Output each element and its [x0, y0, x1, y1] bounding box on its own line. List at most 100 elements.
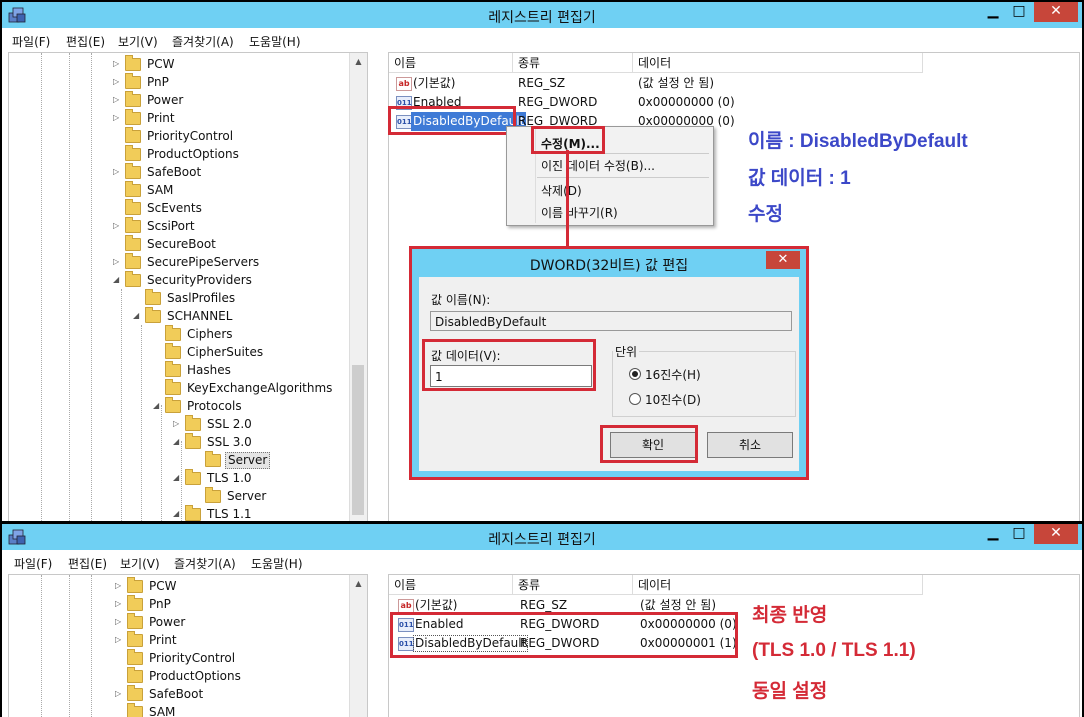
title-bar[interactable]: 레지스트리 편집기 ▁ □ ✕ [2, 524, 1082, 550]
folder-icon [185, 505, 201, 521]
unit-group: 16진수(H) 10진수(D) [612, 351, 796, 417]
close-button[interactable]: ✕ [1034, 524, 1078, 544]
folder-icon [127, 667, 143, 683]
expand-arrow-icon[interactable]: ▷ [115, 595, 125, 613]
folder-icon [125, 145, 141, 161]
folder-icon [165, 343, 181, 359]
window-title: 레지스트리 편집기 [488, 532, 596, 548]
expand-arrow-icon[interactable]: ▷ [113, 73, 123, 91]
annotation-value-data: 값 데이터 : 1 [748, 168, 851, 189]
menu-edit[interactable]: 편집(E) [66, 33, 105, 50]
menu-help[interactable]: 도움말(H) [249, 33, 301, 50]
window-title: 레지스트리 편집기 [488, 10, 596, 26]
menu-favorites[interactable]: 즐겨찾기(A) [172, 33, 234, 50]
string-value-icon: ab [396, 77, 412, 91]
cancel-button[interactable]: 취소 [707, 432, 793, 458]
menu-view[interactable]: 보기(V) [118, 33, 158, 50]
menu-view[interactable]: 보기(V) [120, 555, 160, 572]
annotation-modify: 수정 [748, 204, 783, 225]
annotation-name: 이름 : DisabledByDefault [748, 131, 968, 152]
value-name-label: 값 이름(N): [431, 293, 491, 307]
annotation-connector-line [566, 150, 569, 246]
folder-icon [205, 451, 221, 467]
folder-icon [125, 253, 141, 269]
collapse-arrow-icon[interactable]: ◢ [153, 397, 163, 415]
value-name-field[interactable]: DisabledByDefault [430, 311, 792, 331]
folder-icon [125, 163, 141, 179]
highlight-selected-value [388, 106, 516, 135]
expand-arrow-icon[interactable]: ▷ [113, 217, 123, 235]
scroll-up-arrow-icon[interactable]: ▲ [350, 575, 367, 592]
folder-icon [125, 217, 141, 233]
tree-vertical-scrollbar[interactable]: ▲ [349, 53, 367, 521]
expand-arrow-icon[interactable]: ▷ [113, 55, 123, 73]
registry-key-tree[interactable]: ▷ PCW ▷ PnP ▷ Power ▷ Print PriorityControl … [8, 52, 368, 521]
column-header-type[interactable]: 종류 [513, 53, 633, 73]
menu-favorites[interactable]: 즐겨찾기(A) [174, 555, 236, 572]
folder-icon [125, 73, 141, 89]
tree-vertical-scrollbar[interactable]: ▲ [349, 575, 367, 717]
folder-icon [185, 469, 201, 485]
menu-bar: 파일(F) 편집(E) 보기(V) 즐겨찾기(A) 도움말(H) [2, 30, 1082, 50]
close-button[interactable]: ✕ [1034, 2, 1078, 22]
annotation-final: 최종 반영 [752, 605, 828, 626]
expand-arrow-icon[interactable]: ▷ [115, 577, 125, 595]
minimize-button[interactable]: ▁ [980, 524, 1006, 544]
menu-file[interactable]: 파일(F) [12, 33, 50, 50]
maximize-button[interactable]: □ [1006, 2, 1032, 22]
collapse-arrow-icon[interactable]: ◢ [173, 469, 183, 487]
menu-file[interactable]: 파일(F) [14, 555, 52, 572]
minimize-button[interactable]: ▁ [980, 2, 1006, 22]
collapse-arrow-icon[interactable]: ◢ [133, 307, 143, 325]
folder-icon [165, 325, 181, 341]
column-header-data[interactable]: 데이터 [633, 53, 923, 73]
registry-key-tree[interactable]: ▷ PCW ▷ PnP ▷ Power ▷ Print PriorityControl … [8, 574, 368, 717]
folder-icon [127, 649, 143, 665]
expand-arrow-icon[interactable]: ▷ [113, 109, 123, 127]
dialog-title: DWORD(32비트) 값 편집 [529, 258, 689, 274]
expand-arrow-icon[interactable]: ▷ [113, 91, 123, 109]
folder-icon [127, 703, 143, 717]
folder-icon [127, 577, 143, 593]
menu-help[interactable]: 도움말(H) [251, 555, 303, 572]
expand-arrow-icon[interactable]: ▷ [115, 613, 125, 631]
folder-icon [125, 55, 141, 71]
context-menu-modify-binary[interactable]: 이진 데이터 수정(B)... [541, 157, 655, 174]
collapse-arrow-icon[interactable]: ◢ [173, 433, 183, 451]
folder-icon [165, 397, 181, 413]
context-menu-rename[interactable]: 이름 바꾸기(R) [541, 204, 618, 221]
folder-icon [125, 109, 141, 125]
collapse-arrow-icon[interactable]: ◢ [173, 505, 183, 521]
expand-arrow-icon[interactable]: ▷ [115, 685, 125, 703]
highlight-ok-button [600, 425, 698, 463]
scroll-up-arrow-icon[interactable]: ▲ [350, 53, 367, 70]
column-header-name[interactable]: 이름 [389, 53, 513, 73]
folder-icon [125, 181, 141, 197]
radio-checked-icon [629, 368, 641, 380]
highlight-final-values [390, 612, 738, 658]
menu-edit[interactable]: 편집(E) [68, 555, 107, 572]
title-bar[interactable]: 레지스트리 편집기 ▁ □ ✕ [2, 2, 1082, 28]
folder-icon [125, 91, 141, 107]
column-header-data[interactable]: 데이터 [633, 575, 923, 595]
radio-decimal[interactable]: 10진수(D) [629, 391, 701, 408]
folder-icon [127, 631, 143, 647]
expand-arrow-icon[interactable]: ▷ [113, 163, 123, 181]
expand-arrow-icon[interactable]: ▷ [113, 253, 123, 271]
collapse-arrow-icon[interactable]: ◢ [113, 271, 123, 289]
column-header-name[interactable]: 이름 [389, 575, 513, 595]
maximize-button[interactable]: □ [1006, 524, 1032, 544]
column-header-type[interactable]: 종류 [513, 575, 633, 595]
dialog-close-button[interactable]: ✕ [766, 251, 800, 269]
radio-hexadecimal[interactable]: 16진수(H) [629, 366, 701, 383]
value-row[interactable]: ab (기본값) REG_SZ (값 설정 안 됨) [389, 74, 1079, 93]
expand-arrow-icon[interactable]: ▷ [115, 631, 125, 649]
folder-icon [145, 307, 161, 323]
folder-icon [185, 415, 201, 431]
scroll-thumb[interactable] [352, 365, 364, 515]
folder-icon [185, 433, 201, 449]
expand-arrow-icon[interactable]: ▷ [173, 415, 183, 433]
context-menu-delete[interactable]: 삭제(D) [541, 182, 582, 199]
annotation-tls-versions: (TLS 1.0 / TLS 1.1) [752, 640, 916, 661]
folder-icon [125, 199, 141, 215]
